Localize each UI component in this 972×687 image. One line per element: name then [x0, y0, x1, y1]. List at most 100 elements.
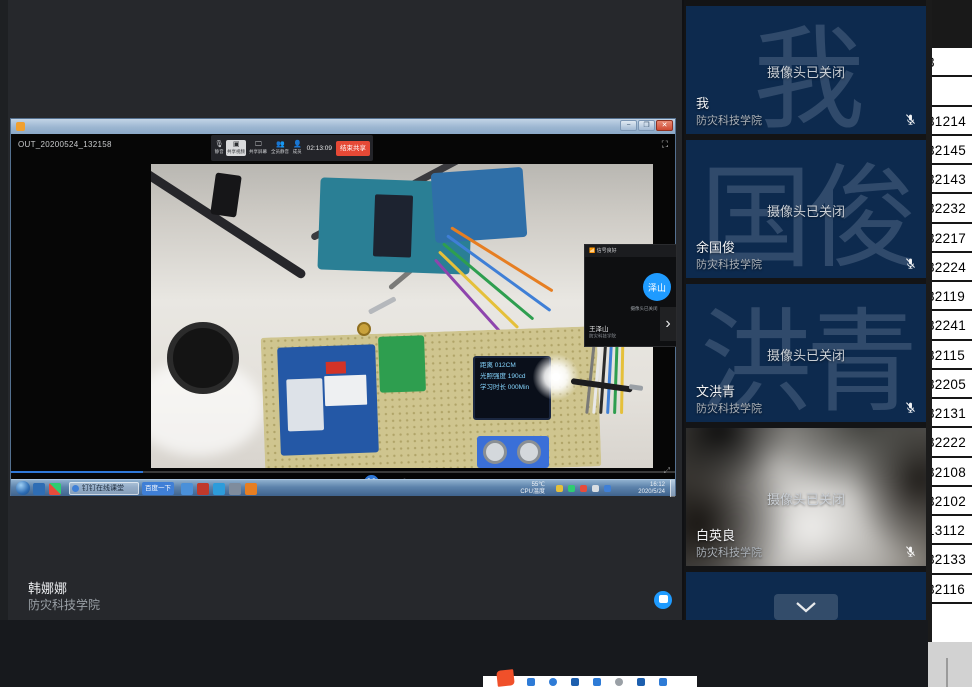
- participant-name: 我: [696, 93, 709, 112]
- number-row: 32145: [932, 136, 972, 165]
- app-icon[interactable]: [197, 483, 209, 495]
- shared-taskbar: 钉钉在线课堂 百度一下 55℃ CPU温度 16:12: [11, 479, 675, 496]
- tray-icon[interactable]: [604, 485, 611, 492]
- participant-tile-partial[interactable]: [686, 572, 926, 620]
- dingtalk-meeting-window: − ❐ ✕ OUT_20200524_132158 ⛶: [0, 0, 972, 687]
- participants-sidebar: 我 摄像头已关闭 我 防灾科技学院 国俊 摄像头已关闭 余国俊 防灾科技学院: [684, 0, 926, 620]
- tool-icon[interactable]: [549, 678, 557, 686]
- tray-icon[interactable]: [580, 485, 587, 492]
- phone-app-icon[interactable]: [213, 483, 225, 495]
- chevron-right-icon[interactable]: ›: [660, 307, 676, 341]
- photo-shape: [368, 296, 397, 314]
- show-desktop-button[interactable]: [670, 480, 675, 497]
- participant-org: 防灾科技学院: [696, 256, 762, 272]
- share-screen-button[interactable]: 🖵 共享屏幕: [248, 141, 268, 155]
- tool-icon[interactable]: [527, 678, 535, 686]
- share-timer: 02:13:09: [307, 145, 332, 152]
- app-icon: [16, 122, 25, 131]
- share-members-button[interactable]: 👤 成员: [292, 141, 302, 155]
- number-row: 32108: [932, 458, 972, 487]
- photo-shape: [210, 172, 242, 217]
- tool-icon[interactable]: [659, 678, 667, 686]
- restore-button[interactable]: ❐: [638, 120, 655, 131]
- window-controls: − ❐ ✕: [620, 120, 673, 131]
- close-button[interactable]: ✕: [656, 120, 673, 131]
- participant-tile[interactable]: 洪青 摄像头已关闭 文洪青 防灾科技学院: [686, 284, 926, 422]
- scroll-more-button[interactable]: [774, 594, 838, 620]
- number-row: 32119: [932, 282, 972, 311]
- number-row: 3: [932, 48, 972, 77]
- main-stage: − ❐ ✕ OUT_20200524_132158 ⛶: [0, 0, 682, 620]
- tool-icon[interactable]: [593, 678, 601, 686]
- mini-camera-off-label: 摄像头已关闭: [631, 305, 658, 311]
- cpu-temp-readout: 55℃ CPU温度: [520, 482, 545, 495]
- start-button[interactable]: [16, 481, 30, 495]
- number-row: 32224: [932, 253, 972, 282]
- background-numbers: 3312143214532143322323221732224321193224…: [932, 48, 972, 642]
- tray-icon[interactable]: [556, 485, 563, 492]
- mini-window-header: 📶 信号良好: [585, 245, 676, 257]
- share-muteall-button[interactable]: 👥 全员静音: [270, 141, 290, 155]
- people-icon: 👥: [270, 141, 290, 149]
- tool-icon[interactable]: [615, 678, 623, 686]
- participant-name: 白英良: [696, 525, 735, 544]
- background-window-bottom: [928, 642, 972, 687]
- seek-bar-progress: [11, 471, 143, 473]
- media-player-icon[interactable]: [245, 483, 257, 495]
- number-row: 32205: [932, 370, 972, 399]
- monitor-icon: 🖵: [248, 141, 268, 149]
- image-viewer-icon[interactable]: [229, 483, 241, 495]
- meeting-toolbar: 钉钉 取消静音: [0, 620, 928, 687]
- ie-icon[interactable]: [181, 483, 193, 495]
- share-mute-button[interactable]: 🎙 静音: [214, 141, 224, 155]
- number-row: 32143: [932, 165, 972, 194]
- number-row: 13112: [932, 516, 972, 545]
- person-icon: 👤: [292, 141, 302, 149]
- main-left-strip: [0, 0, 8, 620]
- participant-name: 文洪青: [696, 381, 735, 400]
- shared-screen: − ❐ ✕ OUT_20200524_132158 ⛶: [10, 118, 676, 496]
- photo-shape: [167, 322, 239, 394]
- presenter-name: 韩娜娜: [28, 578, 67, 597]
- tool-icon[interactable]: [571, 678, 579, 686]
- ie-icon: [72, 485, 79, 492]
- tray-icon[interactable]: [568, 485, 575, 492]
- mic-muted-icon: [904, 401, 917, 414]
- number-row: 32115: [932, 341, 972, 370]
- number-row: [932, 77, 972, 106]
- mic-muted-icon: [904, 545, 917, 558]
- presenter-org: 防灾科技学院: [28, 596, 100, 613]
- camera-off-label: 摄像头已关闭: [686, 489, 926, 508]
- ie-icon[interactable]: [33, 483, 45, 495]
- participant-tile[interactable]: 我 摄像头已关闭 我 防灾科技学院: [686, 6, 926, 134]
- mini-participant-window[interactable]: 📶 信号良好 泽山 摄像头已关闭 王泽山 防灾科技学院 ›: [584, 244, 677, 347]
- background-scrollbar: [946, 658, 948, 687]
- number-row: 31214: [932, 107, 972, 136]
- tool-icon[interactable]: [637, 678, 645, 686]
- number-row: 32217: [932, 224, 972, 253]
- fullscreen-icon[interactable]: ⛶: [662, 139, 668, 150]
- shared-video-frame: 距离 012CM 光照强度 190cd 学习时长 000Min: [151, 164, 653, 468]
- end-share-button[interactable]: 结束共享: [336, 141, 370, 156]
- participant-tile[interactable]: 国俊 摄像头已关闭 余国俊 防灾科技学院: [686, 140, 926, 278]
- chevron-down-icon: [794, 601, 818, 613]
- minimize-button[interactable]: −: [620, 120, 637, 131]
- participant-name: 余国俊: [696, 237, 735, 256]
- photo-shape: [357, 322, 371, 336]
- screen-share-indicator-icon: [654, 591, 672, 609]
- participant-org: 防灾科技学院: [696, 112, 762, 128]
- number-row: 32116: [932, 575, 972, 604]
- camera-off-label: 摄像头已关闭: [686, 345, 926, 364]
- clock: 16:12 2020/5/24: [638, 482, 665, 495]
- camera-icon: ▣: [226, 141, 246, 149]
- wps-logo-icon: [496, 669, 515, 687]
- mini-participant-org: 防灾科技学院: [589, 333, 616, 339]
- expand-icon[interactable]: ⤢: [664, 466, 670, 476]
- share-video-button[interactable]: ▣ 共享视频: [226, 140, 246, 156]
- tray-icon[interactable]: [592, 485, 599, 492]
- search-button[interactable]: 百度一下: [142, 482, 174, 495]
- participant-tile[interactable]: 摄像头已关闭 白英良 防灾科技学院: [686, 428, 926, 566]
- signal-icon: 📶: [589, 248, 597, 254]
- app-icon[interactable]: [49, 483, 61, 495]
- taskbar-active-window[interactable]: 钉钉在线课堂: [69, 482, 139, 495]
